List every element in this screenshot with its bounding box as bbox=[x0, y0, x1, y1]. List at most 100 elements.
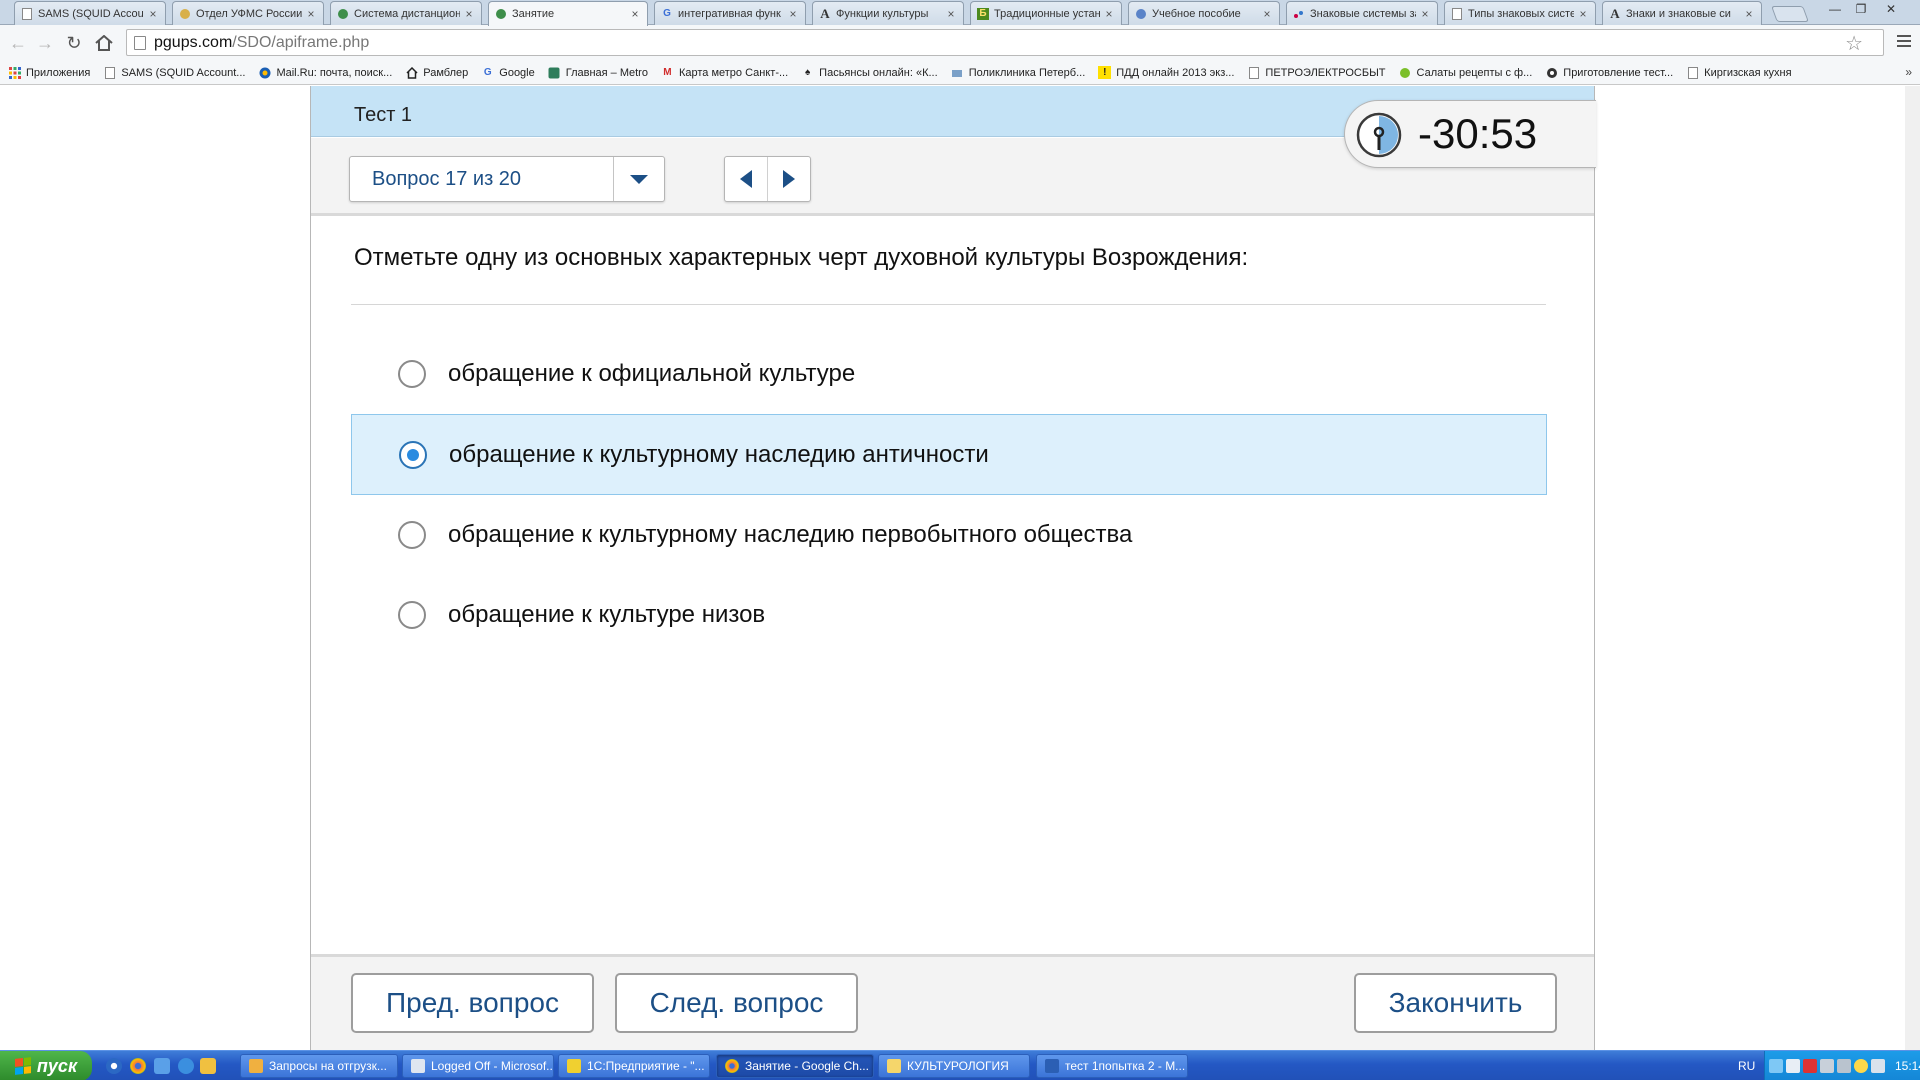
bookmark-item[interactable]: Приложения bbox=[8, 66, 90, 79]
question-selector-dropdown[interactable]: Вопрос 17 из 20 bbox=[349, 156, 665, 202]
clock[interactable]: 15:14 bbox=[1895, 1059, 1920, 1073]
close-icon[interactable]: × bbox=[147, 7, 159, 21]
next-question-arrow-icon[interactable] bbox=[767, 157, 810, 201]
tray-icon[interactable] bbox=[1786, 1059, 1800, 1073]
chrome-icon bbox=[725, 1059, 739, 1073]
close-icon[interactable]: × bbox=[945, 7, 957, 21]
radio-button[interactable] bbox=[398, 600, 426, 629]
quicklaunch-icon[interactable] bbox=[154, 1058, 170, 1074]
tab-title: Отдел УФМС России bbox=[196, 7, 302, 20]
close-icon[interactable]: × bbox=[1419, 7, 1431, 21]
bookmarks-overflow-icon[interactable]: » bbox=[1905, 65, 1912, 79]
close-icon[interactable]: × bbox=[305, 7, 317, 21]
browser-tab[interactable]: Система дистанционн × bbox=[330, 1, 482, 25]
answer-option[interactable]: обращение к официальной культуре bbox=[351, 333, 1547, 414]
bookmark-item[interactable]: SAMS (SQUID Account... bbox=[103, 66, 245, 79]
sdo-icon bbox=[337, 8, 349, 20]
tray-icon[interactable] bbox=[1854, 1059, 1868, 1073]
bookmark-item[interactable]: ♠ Пасьянсы онлайн: «К... bbox=[801, 66, 938, 79]
chrome-icon[interactable] bbox=[130, 1058, 146, 1074]
close-icon[interactable]: × bbox=[629, 7, 641, 21]
browser-tab[interactable]: Отдел УФМС России × bbox=[172, 1, 324, 25]
page-icon bbox=[1247, 66, 1260, 79]
previous-question-button[interactable]: Пред. вопрос bbox=[351, 973, 594, 1033]
close-icon[interactable]: × bbox=[787, 7, 799, 21]
address-bar[interactable]: pgups.com/SDO/apiframe.php ☆ bbox=[126, 29, 1884, 56]
browser-tab[interactable]: Учебное пособие × bbox=[1128, 1, 1280, 25]
taskbar-item[interactable]: тест 1попытка 2 - М... bbox=[1036, 1054, 1188, 1078]
bookmark-item[interactable]: Mail.Ru: почта, поиск... bbox=[258, 66, 392, 79]
bookmark-item[interactable]: Поликлиника Петерб... bbox=[951, 66, 1085, 79]
bookmark-item[interactable]: Салаты рецепты с ф... bbox=[1399, 66, 1532, 79]
clinic-icon bbox=[951, 66, 964, 79]
browser-tab[interactable]: G интегративная функ × bbox=[654, 1, 806, 25]
radio-button-checked[interactable] bbox=[399, 440, 427, 469]
tray-icon[interactable] bbox=[1820, 1059, 1834, 1073]
taskbar-item-active[interactable]: Занятие - Google Ch... bbox=[716, 1054, 874, 1078]
close-icon[interactable]: × bbox=[1577, 7, 1589, 21]
letter-a-icon: A bbox=[1610, 5, 1620, 21]
app-icon bbox=[567, 1059, 581, 1073]
radio-button[interactable] bbox=[398, 520, 426, 549]
bookmark-item[interactable]: G Google bbox=[481, 66, 535, 79]
browser-tab[interactable]: Б Традиционные устан × bbox=[970, 1, 1122, 25]
bookmark-item[interactable]: ! ПДД онлайн 2013 экз... bbox=[1098, 66, 1234, 79]
answer-option-label: обращение к культуре низов bbox=[448, 600, 766, 628]
antivirus-icon[interactable] bbox=[1803, 1059, 1817, 1073]
radio-button[interactable] bbox=[398, 359, 426, 388]
browser-tab[interactable]: A Знаки и знаковые си × bbox=[1602, 1, 1762, 25]
taskbar-item-label: 1С:Предприятие - "... bbox=[587, 1059, 705, 1073]
taskbar-item[interactable]: КУЛЬТУРОЛОГИЯ bbox=[878, 1054, 1030, 1078]
bookmark-item[interactable]: Приготовление тест... bbox=[1545, 66, 1673, 79]
home-icon[interactable] bbox=[92, 31, 116, 55]
bookmark-label: Рамблер bbox=[423, 66, 469, 79]
close-icon[interactable]: × bbox=[1261, 7, 1273, 21]
close-window-icon[interactable]: ✕ bbox=[1874, 0, 1908, 18]
previous-question-arrow-icon[interactable] bbox=[725, 157, 767, 201]
bookmark-star-icon[interactable]: ☆ bbox=[1845, 31, 1863, 56]
taskbar-item[interactable]: Logged Off - Microsof... bbox=[402, 1054, 554, 1078]
bookmark-label: ПЕТРОЭЛЕКТРОСБЫТ bbox=[1265, 66, 1386, 79]
browser-tab[interactable]: Типы знаковых систе × bbox=[1444, 1, 1596, 25]
finish-button[interactable]: Закончить bbox=[1354, 973, 1557, 1033]
volume-icon[interactable] bbox=[1871, 1059, 1885, 1073]
page-scrollbar[interactable] bbox=[1905, 86, 1920, 1050]
reload-icon[interactable]: ↻ bbox=[62, 31, 86, 55]
bookmark-label: Главная – Metro bbox=[565, 66, 648, 79]
answer-option-selected[interactable]: обращение к культурному наследию антично… bbox=[351, 414, 1547, 495]
spade-icon: ♠ bbox=[805, 67, 811, 78]
answer-option[interactable]: обращение к культурному наследию первобы… bbox=[351, 494, 1547, 575]
answer-option[interactable]: обращение к культуре низов bbox=[351, 574, 1547, 655]
taskbar-item[interactable]: Запросы на отгрузк... bbox=[240, 1054, 398, 1078]
next-question-button[interactable]: След. вопрос bbox=[615, 973, 858, 1033]
bookmark-item[interactable]: ПЕТРОЭЛЕКТРОСБЫТ bbox=[1247, 66, 1386, 79]
browser-tab[interactable]: A Функции культуры × bbox=[812, 1, 964, 25]
bookmark-item[interactable]: Киргизская кухня bbox=[1686, 66, 1792, 79]
bookmark-item[interactable]: Рамблер bbox=[405, 66, 468, 79]
browser-menu-icon[interactable] bbox=[1895, 31, 1913, 51]
tray-icon[interactable] bbox=[1769, 1059, 1783, 1073]
taskbar-item[interactable]: 1С:Предприятие - "... bbox=[558, 1054, 710, 1078]
language-indicator[interactable]: RU bbox=[1738, 1059, 1755, 1073]
restore-icon[interactable]: ❐ bbox=[1848, 0, 1874, 18]
close-icon[interactable]: × bbox=[1743, 7, 1755, 21]
network-icon[interactable] bbox=[1837, 1059, 1851, 1073]
close-icon[interactable]: × bbox=[1103, 7, 1115, 21]
browser-tab[interactable]: Знаковые системы за × bbox=[1286, 1, 1438, 25]
close-icon[interactable]: × bbox=[463, 7, 475, 21]
back-icon[interactable]: ← bbox=[6, 31, 30, 55]
quicklaunch-icon[interactable] bbox=[106, 1058, 122, 1074]
ie-icon[interactable] bbox=[178, 1058, 194, 1074]
quicklaunch-icon[interactable] bbox=[200, 1058, 216, 1074]
new-tab-button[interactable] bbox=[1771, 6, 1809, 22]
app-icon bbox=[249, 1059, 263, 1073]
start-button[interactable]: пуск bbox=[0, 1051, 92, 1080]
bookmark-item[interactable]: Главная – Metro bbox=[548, 66, 648, 79]
system-tray: 15:14 bbox=[1764, 1051, 1920, 1080]
forward-icon[interactable]: → bbox=[33, 31, 57, 55]
browser-tab-active[interactable]: Занятие × bbox=[488, 1, 648, 26]
browser-tab[interactable]: SAMS (SQUID Account × bbox=[14, 1, 166, 25]
minimize-icon[interactable]: — bbox=[1822, 0, 1848, 18]
chevron-down-icon[interactable] bbox=[613, 157, 664, 201]
bookmark-item[interactable]: M Карта метро Санкт-... bbox=[661, 66, 788, 79]
